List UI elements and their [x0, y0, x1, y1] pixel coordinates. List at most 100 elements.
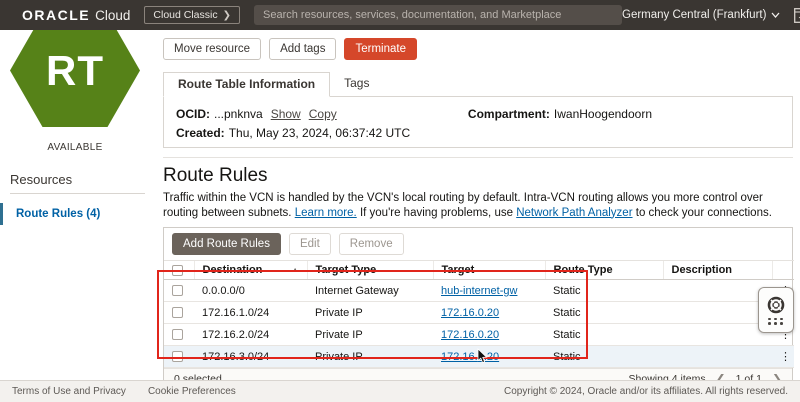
pagination: Showing 4 items ❮ 1 of 1 ❯	[629, 372, 782, 381]
resource-hexagon: RT	[10, 14, 140, 127]
cell-route-type: Static	[545, 346, 663, 368]
cell-target-type: Private IP	[307, 346, 433, 368]
resource-actions: Move resource Add tags Terminate	[163, 38, 793, 60]
ocid-label: OCID:	[176, 106, 210, 123]
copyright-text: Copyright © 2024, Oracle and/or its affi…	[504, 386, 788, 397]
terms-link[interactable]: Terms of Use and Privacy	[12, 386, 126, 397]
tab-route-table-information[interactable]: Route Table Information	[163, 72, 330, 97]
column-target-type[interactable]: Target Type	[307, 261, 433, 280]
route-rules-title: Route Rules	[163, 165, 793, 187]
target-link[interactable]: hub-internet-gw	[441, 285, 517, 297]
cell-destination: 172.16.2.0/24	[194, 324, 307, 346]
table-row: 172.16.1.0/24 Private IP 172.16.0.20 Sta…	[164, 302, 794, 324]
description-text-2: If you're having problems, use	[360, 207, 513, 219]
table-header-row: Destination▲ Target Type Target Route Ty…	[164, 261, 794, 280]
column-target[interactable]: Target	[433, 261, 545, 280]
oracle-cloud-console: RT AVAILABLE Resources Route Rules (4) O…	[0, 0, 800, 402]
route-table-hexagon-icon: RT	[10, 14, 140, 127]
support-floating-widget[interactable]	[758, 287, 794, 333]
header-right-controls: Germany Central (Frankfurt) <> ?	[622, 6, 800, 24]
terminate-button[interactable]: Terminate	[344, 38, 417, 60]
table-toolbar: Add Route Rules Edit Remove	[164, 228, 792, 260]
region-selector[interactable]: Germany Central (Frankfurt)	[622, 9, 780, 21]
table-footer: 0 selected Showing 4 items ❮ 1 of 1 ❯	[164, 368, 792, 380]
top-navigation-bar: ORACLE Cloud Cloud Classic ❯ Germany Cen…	[0, 0, 800, 30]
cell-target-type: Internet Gateway	[307, 280, 433, 302]
cell-target-type: Private IP	[307, 302, 433, 324]
cell-description	[663, 280, 772, 302]
column-description[interactable]: Description	[663, 261, 772, 280]
route-rules-description: Traffic within the VCN is handled by the…	[163, 191, 793, 220]
column-destination[interactable]: Destination▲	[194, 261, 307, 280]
table-row: 0.0.0.0/0 Internet Gateway hub-internet-…	[164, 280, 794, 302]
cloud-classic-label: Cloud Classic	[153, 9, 217, 21]
row-checkbox[interactable]	[172, 285, 183, 296]
selected-count: 0 selected	[174, 373, 222, 381]
compartment-label: Compartment:	[468, 106, 550, 123]
row-checkbox[interactable]	[172, 329, 183, 340]
cell-route-type: Static	[545, 302, 663, 324]
row-checkbox[interactable]	[172, 307, 183, 318]
code-editor-icon[interactable]: <>	[793, 6, 800, 24]
ocid-show-link[interactable]: Show	[271, 106, 301, 123]
main-content: Move resource Add tags Terminate Route T…	[155, 30, 800, 380]
detail-tabs: Route Table Information Tags	[163, 72, 793, 96]
tab-tags[interactable]: Tags	[330, 72, 383, 96]
remove-button[interactable]: Remove	[339, 233, 404, 255]
page-footer: Terms of Use and Privacy Cookie Preferen…	[0, 380, 800, 402]
row-actions-kebab-icon[interactable]: ⋮	[772, 346, 794, 368]
cell-route-type: Static	[545, 324, 663, 346]
cell-target-type: Private IP	[307, 324, 433, 346]
edit-button[interactable]: Edit	[289, 233, 331, 255]
add-route-rules-button[interactable]: Add Route Rules	[172, 233, 281, 255]
chevron-down-icon	[771, 12, 780, 18]
compartment-value: IwanHoogendoorn	[554, 106, 652, 123]
cell-description	[663, 346, 772, 368]
target-link[interactable]: 172.16.0.20	[441, 307, 499, 319]
row-checkbox[interactable]	[172, 351, 183, 362]
resources-heading: Resources	[10, 172, 72, 187]
sidebar-item-route-rules[interactable]: Route Rules (4)	[0, 203, 155, 225]
cookie-preferences-link[interactable]: Cookie Preferences	[148, 386, 236, 397]
status-badge: AVAILABLE	[0, 142, 150, 153]
cell-route-type: Static	[545, 280, 663, 302]
cell-description	[663, 324, 772, 346]
add-tags-button[interactable]: Add tags	[269, 38, 336, 60]
cell-destination: 172.16.1.0/24	[194, 302, 307, 324]
cell-description	[663, 302, 772, 324]
brand-cloud: Cloud	[95, 8, 130, 23]
showing-items-text: Showing 4 items	[629, 373, 706, 381]
created-value: Thu, May 23, 2024, 06:37:42 UTC	[229, 125, 410, 142]
region-label: Germany Central (Frankfurt)	[622, 9, 766, 21]
table-row: 172.16.3.0/24 Private IP 172.16.0.20 Sta…	[164, 346, 794, 368]
learn-more-link[interactable]: Learn more.	[295, 207, 357, 219]
life-ring-icon	[767, 296, 785, 314]
oracle-cloud-logo[interactable]: ORACLE Cloud	[22, 7, 130, 23]
resource-initials: RT	[46, 47, 104, 95]
cell-destination: 0.0.0.0/0	[194, 280, 307, 302]
column-route-type[interactable]: Route Type	[545, 261, 663, 280]
cell-destination: 172.16.3.0/24	[194, 346, 307, 368]
route-rules-table: Destination▲ Target Type Target Route Ty…	[164, 260, 794, 368]
search-input[interactable]	[254, 5, 622, 25]
ocid-copy-link[interactable]: Copy	[309, 106, 337, 123]
select-all-checkbox[interactable]	[172, 265, 183, 276]
move-resource-button[interactable]: Move resource	[163, 38, 261, 60]
route-table-information-panel: OCID: ...pnknva Show Copy Compartment: I…	[163, 96, 793, 148]
target-link[interactable]: 172.16.0.20	[441, 351, 499, 363]
cloud-classic-button[interactable]: Cloud Classic ❯	[144, 6, 240, 24]
sort-ascending-icon: ▲	[292, 267, 299, 274]
table-row: 172.16.2.0/24 Private IP 172.16.0.20 Sta…	[164, 324, 794, 346]
network-path-analyzer-link[interactable]: Network Path Analyzer	[516, 207, 632, 219]
drag-handle-dots-icon[interactable]	[768, 318, 784, 325]
chevron-right-icon: ❯	[223, 10, 231, 21]
brand-oracle: ORACLE	[22, 7, 90, 23]
resource-sidebar: RT AVAILABLE Resources Route Rules (4)	[0, 30, 155, 380]
target-link[interactable]: 172.16.0.20	[441, 329, 499, 341]
route-rules-section: Route Rules Traffic within the VCN is ha…	[163, 157, 793, 380]
ocid-value: ...pnknva	[214, 106, 263, 123]
created-label: Created:	[176, 125, 225, 142]
pager-next-icon[interactable]: ❯	[772, 372, 782, 381]
route-rules-table-card: Add Route Rules Edit Remove Destination▲…	[163, 227, 793, 380]
pager-previous-icon[interactable]: ❮	[716, 372, 726, 381]
